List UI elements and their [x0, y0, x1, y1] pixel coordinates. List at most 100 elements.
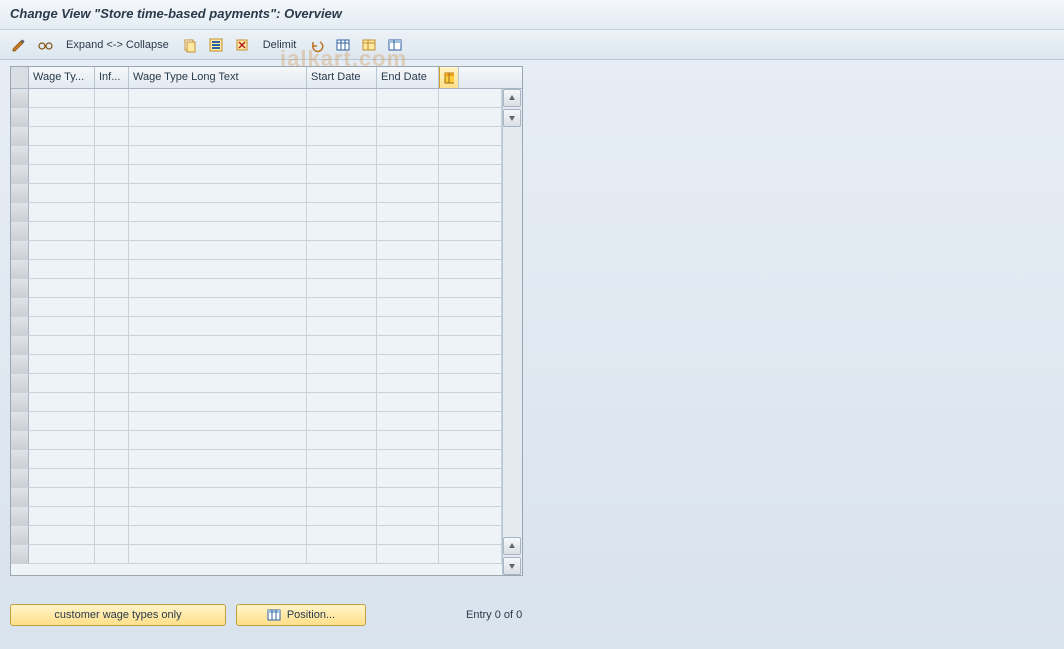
- cell-end-date[interactable]: [377, 393, 439, 411]
- cell-wage-type[interactable]: [29, 127, 95, 145]
- expand-collapse-button[interactable]: Expand <-> Collapse: [60, 39, 175, 51]
- cell-wage-type[interactable]: [29, 431, 95, 449]
- cell-wage-type-long[interactable]: [129, 545, 307, 563]
- cell-inf[interactable]: [95, 203, 129, 221]
- cell-wage-type[interactable]: [29, 507, 95, 525]
- cell-inf[interactable]: [95, 89, 129, 107]
- row-selector[interactable]: [11, 260, 29, 278]
- cell-wage-type[interactable]: [29, 317, 95, 335]
- table-config-icon[interactable]: [439, 67, 459, 88]
- row-selector[interactable]: [11, 412, 29, 430]
- cell-wage-type[interactable]: [29, 393, 95, 411]
- cell-inf[interactable]: [95, 241, 129, 259]
- cell-wage-type-long[interactable]: [129, 241, 307, 259]
- table-row[interactable]: [11, 507, 502, 526]
- table-row[interactable]: [11, 127, 502, 146]
- row-selector[interactable]: [11, 89, 29, 107]
- cell-wage-type[interactable]: [29, 241, 95, 259]
- cell-start-date[interactable]: [307, 146, 377, 164]
- cell-wage-type-long[interactable]: [129, 355, 307, 373]
- col-start-date[interactable]: Start Date: [307, 67, 377, 88]
- cell-inf[interactable]: [95, 279, 129, 297]
- table-row[interactable]: [11, 260, 502, 279]
- col-wage-type-long[interactable]: Wage Type Long Text: [129, 67, 307, 88]
- cell-wage-type[interactable]: [29, 165, 95, 183]
- cell-inf[interactable]: [95, 260, 129, 278]
- cell-start-date[interactable]: [307, 260, 377, 278]
- row-selector[interactable]: [11, 298, 29, 316]
- table-row[interactable]: [11, 469, 502, 488]
- table-settings-icon-3[interactable]: [384, 35, 406, 55]
- row-selector[interactable]: [11, 488, 29, 506]
- cell-wage-type[interactable]: [29, 260, 95, 278]
- cell-wage-type-long[interactable]: [129, 412, 307, 430]
- cell-wage-type-long[interactable]: [129, 89, 307, 107]
- cell-end-date[interactable]: [377, 526, 439, 544]
- cell-start-date[interactable]: [307, 89, 377, 107]
- row-selector[interactable]: [11, 127, 29, 145]
- cell-wage-type-long[interactable]: [129, 203, 307, 221]
- cell-wage-type[interactable]: [29, 222, 95, 240]
- cell-inf[interactable]: [95, 374, 129, 392]
- row-selector[interactable]: [11, 317, 29, 335]
- cell-inf[interactable]: [95, 393, 129, 411]
- cell-end-date[interactable]: [377, 317, 439, 335]
- cell-wage-type[interactable]: [29, 279, 95, 297]
- cell-end-date[interactable]: [377, 184, 439, 202]
- scroll-down-icon-2[interactable]: [503, 557, 521, 575]
- cell-end-date[interactable]: [377, 165, 439, 183]
- cell-wage-type[interactable]: [29, 526, 95, 544]
- cell-wage-type[interactable]: [29, 336, 95, 354]
- row-selector[interactable]: [11, 374, 29, 392]
- cell-inf[interactable]: [95, 146, 129, 164]
- cell-inf[interactable]: [95, 355, 129, 373]
- cell-wage-type[interactable]: [29, 488, 95, 506]
- cell-start-date[interactable]: [307, 184, 377, 202]
- table-settings-icon[interactable]: [332, 35, 354, 55]
- cell-wage-type-long[interactable]: [129, 260, 307, 278]
- cell-start-date[interactable]: [307, 488, 377, 506]
- cell-end-date[interactable]: [377, 355, 439, 373]
- cell-start-date[interactable]: [307, 526, 377, 544]
- cell-start-date[interactable]: [307, 450, 377, 468]
- cell-start-date[interactable]: [307, 241, 377, 259]
- cell-end-date[interactable]: [377, 374, 439, 392]
- scroll-up-icon[interactable]: [503, 89, 521, 107]
- cell-start-date[interactable]: [307, 355, 377, 373]
- cell-end-date[interactable]: [377, 279, 439, 297]
- table-row[interactable]: [11, 222, 502, 241]
- table-row[interactable]: [11, 184, 502, 203]
- cell-wage-type[interactable]: [29, 146, 95, 164]
- position-button[interactable]: Position...: [236, 604, 366, 626]
- cell-start-date[interactable]: [307, 108, 377, 126]
- cell-wage-type-long[interactable]: [129, 450, 307, 468]
- cell-wage-type-long[interactable]: [129, 146, 307, 164]
- vertical-scrollbar[interactable]: [502, 89, 522, 575]
- cell-wage-type[interactable]: [29, 184, 95, 202]
- row-selector[interactable]: [11, 241, 29, 259]
- row-selector[interactable]: [11, 146, 29, 164]
- cell-wage-type-long[interactable]: [129, 393, 307, 411]
- cell-end-date[interactable]: [377, 241, 439, 259]
- cell-wage-type-long[interactable]: [129, 488, 307, 506]
- row-selector[interactable]: [11, 507, 29, 525]
- select-all-icon[interactable]: [205, 35, 227, 55]
- undo-icon[interactable]: [306, 35, 328, 55]
- delimit-button[interactable]: Delimit: [257, 39, 303, 51]
- cell-inf[interactable]: [95, 298, 129, 316]
- cell-wage-type[interactable]: [29, 374, 95, 392]
- cell-wage-type-long[interactable]: [129, 526, 307, 544]
- cell-start-date[interactable]: [307, 222, 377, 240]
- table-row[interactable]: [11, 298, 502, 317]
- cell-inf[interactable]: [95, 184, 129, 202]
- cell-wage-type[interactable]: [29, 203, 95, 221]
- table-row[interactable]: [11, 336, 502, 355]
- row-selector[interactable]: [11, 393, 29, 411]
- cell-start-date[interactable]: [307, 374, 377, 392]
- table-row[interactable]: [11, 355, 502, 374]
- cell-start-date[interactable]: [307, 507, 377, 525]
- cell-end-date[interactable]: [377, 450, 439, 468]
- cell-wage-type-long[interactable]: [129, 507, 307, 525]
- table-row[interactable]: [11, 526, 502, 545]
- cell-end-date[interactable]: [377, 89, 439, 107]
